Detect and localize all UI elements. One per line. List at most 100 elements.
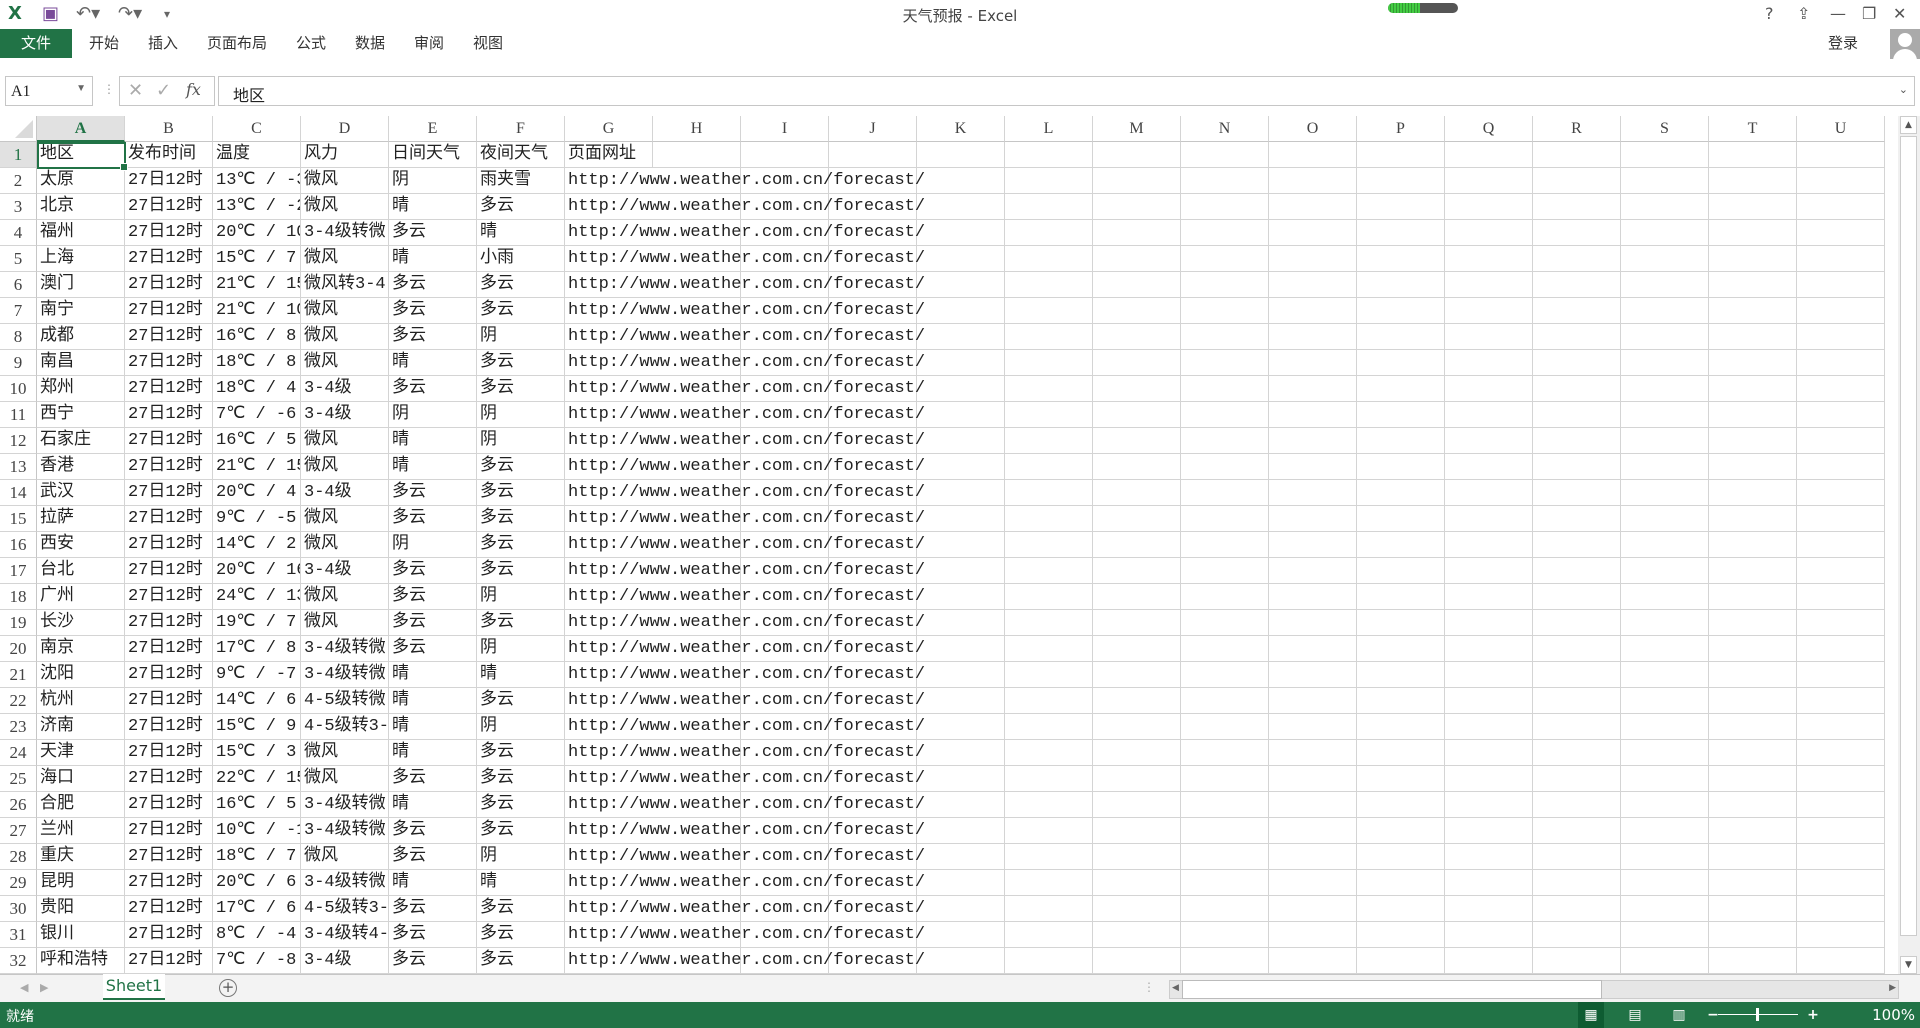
cell-n1[interactable] — [1181, 142, 1269, 168]
cell-e24[interactable]: 晴 — [389, 740, 477, 766]
row-header[interactable]: 12 — [0, 428, 37, 454]
cell-e30[interactable]: 多云 — [389, 896, 477, 922]
cell-l29[interactable] — [1005, 870, 1093, 896]
cell-n5[interactable] — [1181, 246, 1269, 272]
cell-k6[interactable] — [917, 272, 1005, 298]
cell-d22[interactable]: 4-5级转微 — [301, 688, 389, 714]
cell-b14[interactable]: 27日12时 — [125, 480, 213, 506]
cell-s3[interactable] — [1621, 194, 1709, 220]
cell-f8[interactable]: 阴 — [477, 324, 565, 350]
cell-l14[interactable] — [1005, 480, 1093, 506]
cell-r17[interactable] — [1533, 558, 1621, 584]
cell-k26[interactable] — [917, 792, 1005, 818]
cell-c31[interactable]: 8℃ / -4 — [213, 922, 301, 948]
cell-m32[interactable] — [1093, 948, 1181, 974]
cell-u21[interactable] — [1797, 662, 1885, 688]
cell-l7[interactable] — [1005, 298, 1093, 324]
row-header[interactable]: 31 — [0, 922, 37, 948]
cell-d3[interactable]: 微风 — [301, 194, 389, 220]
cell-t3[interactable] — [1709, 194, 1797, 220]
cell-m31[interactable] — [1093, 922, 1181, 948]
cell-k15[interactable] — [917, 506, 1005, 532]
cell-a21[interactable]: 沈阳 — [37, 662, 125, 688]
cell-t14[interactable] — [1709, 480, 1797, 506]
cell-k18[interactable] — [917, 584, 1005, 610]
cell-u5[interactable] — [1797, 246, 1885, 272]
cell-r30[interactable] — [1533, 896, 1621, 922]
cell-g3[interactable]: http://www.weather.com.cn/forecast/ — [565, 194, 925, 220]
cell-u29[interactable] — [1797, 870, 1885, 896]
cell-l12[interactable] — [1005, 428, 1093, 454]
cell-d12[interactable]: 微风 — [301, 428, 389, 454]
cell-o8[interactable] — [1269, 324, 1357, 350]
cell-a20[interactable]: 南京 — [37, 636, 125, 662]
horizontal-scroll-thumb[interactable] — [1182, 980, 1602, 999]
cell-o14[interactable] — [1269, 480, 1357, 506]
cell-m18[interactable] — [1093, 584, 1181, 610]
cell-p1[interactable] — [1357, 142, 1445, 168]
cell-c15[interactable]: 9℃ / -5 — [213, 506, 301, 532]
cell-f6[interactable]: 多云 — [477, 272, 565, 298]
cell-k21[interactable] — [917, 662, 1005, 688]
cell-c3[interactable]: 13℃ / -2 — [213, 194, 301, 220]
cell-n29[interactable] — [1181, 870, 1269, 896]
cell-k12[interactable] — [917, 428, 1005, 454]
cell-e32[interactable]: 多云 — [389, 948, 477, 974]
cell-l24[interactable] — [1005, 740, 1093, 766]
cell-b6[interactable]: 27日12时 — [125, 272, 213, 298]
cell-f26[interactable]: 多云 — [477, 792, 565, 818]
expand-formula-icon[interactable]: ⌄ — [1899, 83, 1908, 96]
cell-n23[interactable] — [1181, 714, 1269, 740]
column-header-h[interactable]: H — [653, 116, 741, 142]
cell-s1[interactable] — [1621, 142, 1709, 168]
cell-r2[interactable] — [1533, 168, 1621, 194]
cell-k4[interactable] — [917, 220, 1005, 246]
cell-t8[interactable] — [1709, 324, 1797, 350]
cell-o13[interactable] — [1269, 454, 1357, 480]
cell-g22[interactable]: http://www.weather.com.cn/forecast/ — [565, 688, 925, 714]
cell-s23[interactable] — [1621, 714, 1709, 740]
cell-a28[interactable]: 重庆 — [37, 844, 125, 870]
cell-g14[interactable]: http://www.weather.com.cn/forecast/ — [565, 480, 925, 506]
row-header[interactable]: 20 — [0, 636, 37, 662]
cell-l32[interactable] — [1005, 948, 1093, 974]
cell-r9[interactable] — [1533, 350, 1621, 376]
cell-n12[interactable] — [1181, 428, 1269, 454]
cell-q11[interactable] — [1445, 402, 1533, 428]
cell-p29[interactable] — [1357, 870, 1445, 896]
zoom-level[interactable]: 100% — [1872, 1006, 1915, 1024]
cell-c13[interactable]: 21℃ / 15 — [213, 454, 301, 480]
cell-b15[interactable]: 27日12时 — [125, 506, 213, 532]
scroll-up-icon[interactable]: ▲ — [1900, 116, 1917, 134]
cell-q10[interactable] — [1445, 376, 1533, 402]
cell-p23[interactable] — [1357, 714, 1445, 740]
cell-l1[interactable] — [1005, 142, 1093, 168]
cell-q32[interactable] — [1445, 948, 1533, 974]
cell-n4[interactable] — [1181, 220, 1269, 246]
cell-d15[interactable]: 微风 — [301, 506, 389, 532]
cell-k5[interactable] — [917, 246, 1005, 272]
cell-u6[interactable] — [1797, 272, 1885, 298]
column-header-a[interactable]: A — [37, 116, 125, 142]
cell-d8[interactable]: 微风 — [301, 324, 389, 350]
cell-r3[interactable] — [1533, 194, 1621, 220]
cell-g24[interactable]: http://www.weather.com.cn/forecast/ — [565, 740, 925, 766]
cell-f7[interactable]: 多云 — [477, 298, 565, 324]
cell-e26[interactable]: 晴 — [389, 792, 477, 818]
cell-e31[interactable]: 多云 — [389, 922, 477, 948]
cell-q20[interactable] — [1445, 636, 1533, 662]
cell-u3[interactable] — [1797, 194, 1885, 220]
cell-q24[interactable] — [1445, 740, 1533, 766]
row-header[interactable]: 10 — [0, 376, 37, 402]
cell-f12[interactable]: 阴 — [477, 428, 565, 454]
cell-k2[interactable] — [917, 168, 1005, 194]
cell-o24[interactable] — [1269, 740, 1357, 766]
cell-g4[interactable]: http://www.weather.com.cn/forecast/ — [565, 220, 925, 246]
sheet-next-icon[interactable]: ▶ — [40, 981, 48, 994]
cell-c1[interactable]: 温度 — [213, 142, 301, 168]
cell-q5[interactable] — [1445, 246, 1533, 272]
cell-c32[interactable]: 7℃ / -8 — [213, 948, 301, 974]
cell-t29[interactable] — [1709, 870, 1797, 896]
cell-c9[interactable]: 18℃ / 8 — [213, 350, 301, 376]
zoom-slider[interactable] — [1718, 1008, 1798, 1021]
